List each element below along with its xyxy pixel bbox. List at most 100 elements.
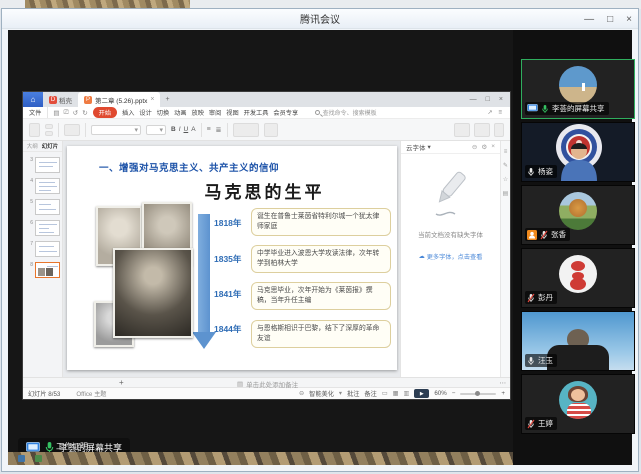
redo-icon[interactable]: ↻ <box>82 109 87 117</box>
underline-button[interactable]: U <box>184 126 189 133</box>
slide-heading[interactable]: 一、增强对马克思主义、共产主义的信仰 <box>99 160 279 174</box>
beautify-button[interactable] <box>454 123 470 137</box>
tab-review[interactable]: 审阅 <box>209 108 221 117</box>
font-color-button[interactable]: A <box>191 126 195 133</box>
slide-thumbnail[interactable] <box>35 199 60 215</box>
slide-thumbnail[interactable] <box>35 157 60 173</box>
normal-view-icon[interactable]: ▭ <box>382 390 388 397</box>
shape-gallery[interactable] <box>233 123 259 137</box>
participant-tile[interactable]: 汪玉 <box>521 311 635 371</box>
more-menu-icon[interactable]: ≡ <box>498 109 502 116</box>
wps-home-icon[interactable]: ⌂ <box>23 92 43 107</box>
maximize-button[interactable]: □ <box>607 14 613 25</box>
timeline-entry[interactable]: 马克思毕业，次年开始为《莱茵报》撰稿，当年升任主编 <box>251 282 391 310</box>
undo-icon[interactable]: ↺ <box>73 109 78 117</box>
slide-thumbnail[interactable] <box>35 241 60 257</box>
save-icon[interactable]: ▤ <box>53 109 59 117</box>
comments-button[interactable]: 批注 <box>347 389 359 398</box>
paste-button[interactable] <box>29 123 40 137</box>
align-center-icon[interactable]: ≣ <box>216 126 222 134</box>
properties-icon[interactable]: ≡ <box>504 149 508 155</box>
animation-pane-icon[interactable]: ✎ <box>503 162 508 169</box>
tab-docer[interactable]: D 稻壳 <box>43 92 78 107</box>
print-icon[interactable]: ⎚ <box>64 109 69 117</box>
command-search-input[interactable]: 查找命令、搜索模板 <box>315 108 377 117</box>
slides-tab[interactable]: 幻灯片 <box>42 142 59 150</box>
wps-close-button[interactable]: × <box>499 96 503 103</box>
speaker-notes-button[interactable]: 备注 <box>364 389 376 398</box>
participant-tile-sharer[interactable]: 李荟的屏幕共享 <box>521 59 635 119</box>
zoom-slider[interactable] <box>460 393 496 395</box>
timeline-year[interactable]: 1844年 <box>214 323 248 335</box>
font-size-select[interactable]: ▾ <box>146 125 166 135</box>
zoom-in-button[interactable]: + <box>501 390 505 397</box>
close-button[interactable]: × <box>626 14 632 25</box>
timeline-year[interactable]: 1835年 <box>214 253 248 265</box>
slide-canvas[interactable]: 一、增强对马克思主义、共产主义的信仰 马克思的生平 1818年 1835年 18… <box>67 146 397 370</box>
slide-thumbnail[interactable] <box>35 178 60 194</box>
mic-on-icon <box>527 356 535 366</box>
tab-slideshow[interactable]: 放映 <box>192 108 204 117</box>
tab-member[interactable]: 会员专享 <box>273 108 298 117</box>
tab-animation[interactable]: 动画 <box>174 108 186 117</box>
slide-sorter-icon[interactable]: ▦ <box>393 390 399 397</box>
new-tab-button[interactable]: + <box>160 92 174 107</box>
slide-editing-area[interactable]: 一、增强对马克思主义、共产主义的信仰 马克思的生平 1818年 1835年 18… <box>63 141 400 377</box>
more-fonts-link[interactable]: ☁ 更多字体，点击查看 <box>419 252 483 261</box>
zoom-slider-knob[interactable] <box>475 391 480 396</box>
tab-view[interactable]: 视图 <box>226 108 238 117</box>
timeline-entry[interactable]: 诞生在普鲁士莱茵省特利尔城一个犹太律师家庭 <box>251 208 391 236</box>
tab-developer[interactable]: 开发工具 <box>244 108 269 117</box>
participant-tile[interactable]: 杨姿 <box>521 122 635 182</box>
participant-tile[interactable]: 王婷 <box>521 374 635 434</box>
minimize-button[interactable]: — <box>584 14 594 25</box>
tab-close-icon[interactable]: × <box>150 96 154 103</box>
wps-minimize-button[interactable]: — <box>470 96 477 103</box>
timeline-year[interactable]: 1818年 <box>214 217 248 229</box>
file-menu[interactable]: 文件 <box>23 107 48 118</box>
italic-button[interactable]: I <box>179 126 181 133</box>
timeline-bar[interactable] <box>198 214 210 332</box>
share-doc-icon[interactable]: ↗ <box>487 109 492 116</box>
settings-icon[interactable]: ⚙ <box>481 143 487 151</box>
docer-assets-button[interactable] <box>474 123 490 137</box>
reading-view-icon[interactable]: ▥ <box>404 390 410 397</box>
bold-button[interactable]: B <box>171 126 176 133</box>
new-slide-button[interactable] <box>64 124 80 136</box>
more-tools-button[interactable] <box>494 123 504 137</box>
text-box-button[interactable] <box>264 123 278 137</box>
cut-button[interactable] <box>45 124 53 129</box>
zoom-out-button[interactable]: − <box>452 390 456 397</box>
copy-button[interactable] <box>45 131 53 136</box>
ppt-file-icon: P <box>84 96 92 104</box>
slide-thumbnail-selected[interactable] <box>35 262 60 278</box>
timeline-entry[interactable]: 中学毕业进入波恩大学攻读法律，次年转学到柏林大学 <box>251 245 391 273</box>
smart-beautify-button[interactable]: 智能美化 <box>309 389 334 398</box>
tab-document-active[interactable]: P 第二章 (5.26).pptx × <box>78 92 160 107</box>
wps-restore-button[interactable]: □ <box>486 96 490 103</box>
tab-home[interactable]: 开始 <box>93 107 117 118</box>
quick-access-toolbar[interactable]: ▤ ⎚ ↺ ↻ <box>48 109 92 117</box>
marx-portrait-photo[interactable] <box>113 248 193 338</box>
participant-tile[interactable]: 彭丹 <box>521 248 635 308</box>
timeline-entry[interactable]: 与恩格斯相识于巴黎，结下了深厚的革命友谊 <box>251 320 391 348</box>
more-options-icon[interactable]: ⋯ <box>500 379 507 387</box>
tab-design[interactable]: 设计 <box>139 108 151 117</box>
comments-pane-icon[interactable]: ▤ <box>503 190 509 197</box>
slide-thumbnail[interactable] <box>35 220 60 236</box>
timeline-year[interactable]: 1841年 <box>214 288 248 300</box>
favorites-icon[interactable]: ☆ <box>503 176 508 183</box>
add-slide-button[interactable]: + <box>119 378 124 387</box>
slide-title[interactable]: 马克思的生平 <box>177 178 352 203</box>
chevron-down-icon[interactable]: ▾ <box>428 143 431 151</box>
font-family-select[interactable]: ▾ <box>91 125 141 135</box>
refresh-icon[interactable]: ⊖ <box>472 143 477 151</box>
play-slideshow-button[interactable]: ▶ <box>414 389 429 398</box>
notes-placeholder[interactable]: ▤ 单击此处添加备注 <box>237 379 298 389</box>
tab-transition[interactable]: 切换 <box>157 108 169 117</box>
participant-tile[interactable]: 张香 <box>521 185 635 245</box>
tab-insert[interactable]: 插入 <box>122 108 134 117</box>
align-left-icon[interactable]: ≡ <box>207 126 211 133</box>
outline-tab[interactable]: 大纲 <box>27 142 38 150</box>
pane-close-icon[interactable]: × <box>491 143 495 151</box>
